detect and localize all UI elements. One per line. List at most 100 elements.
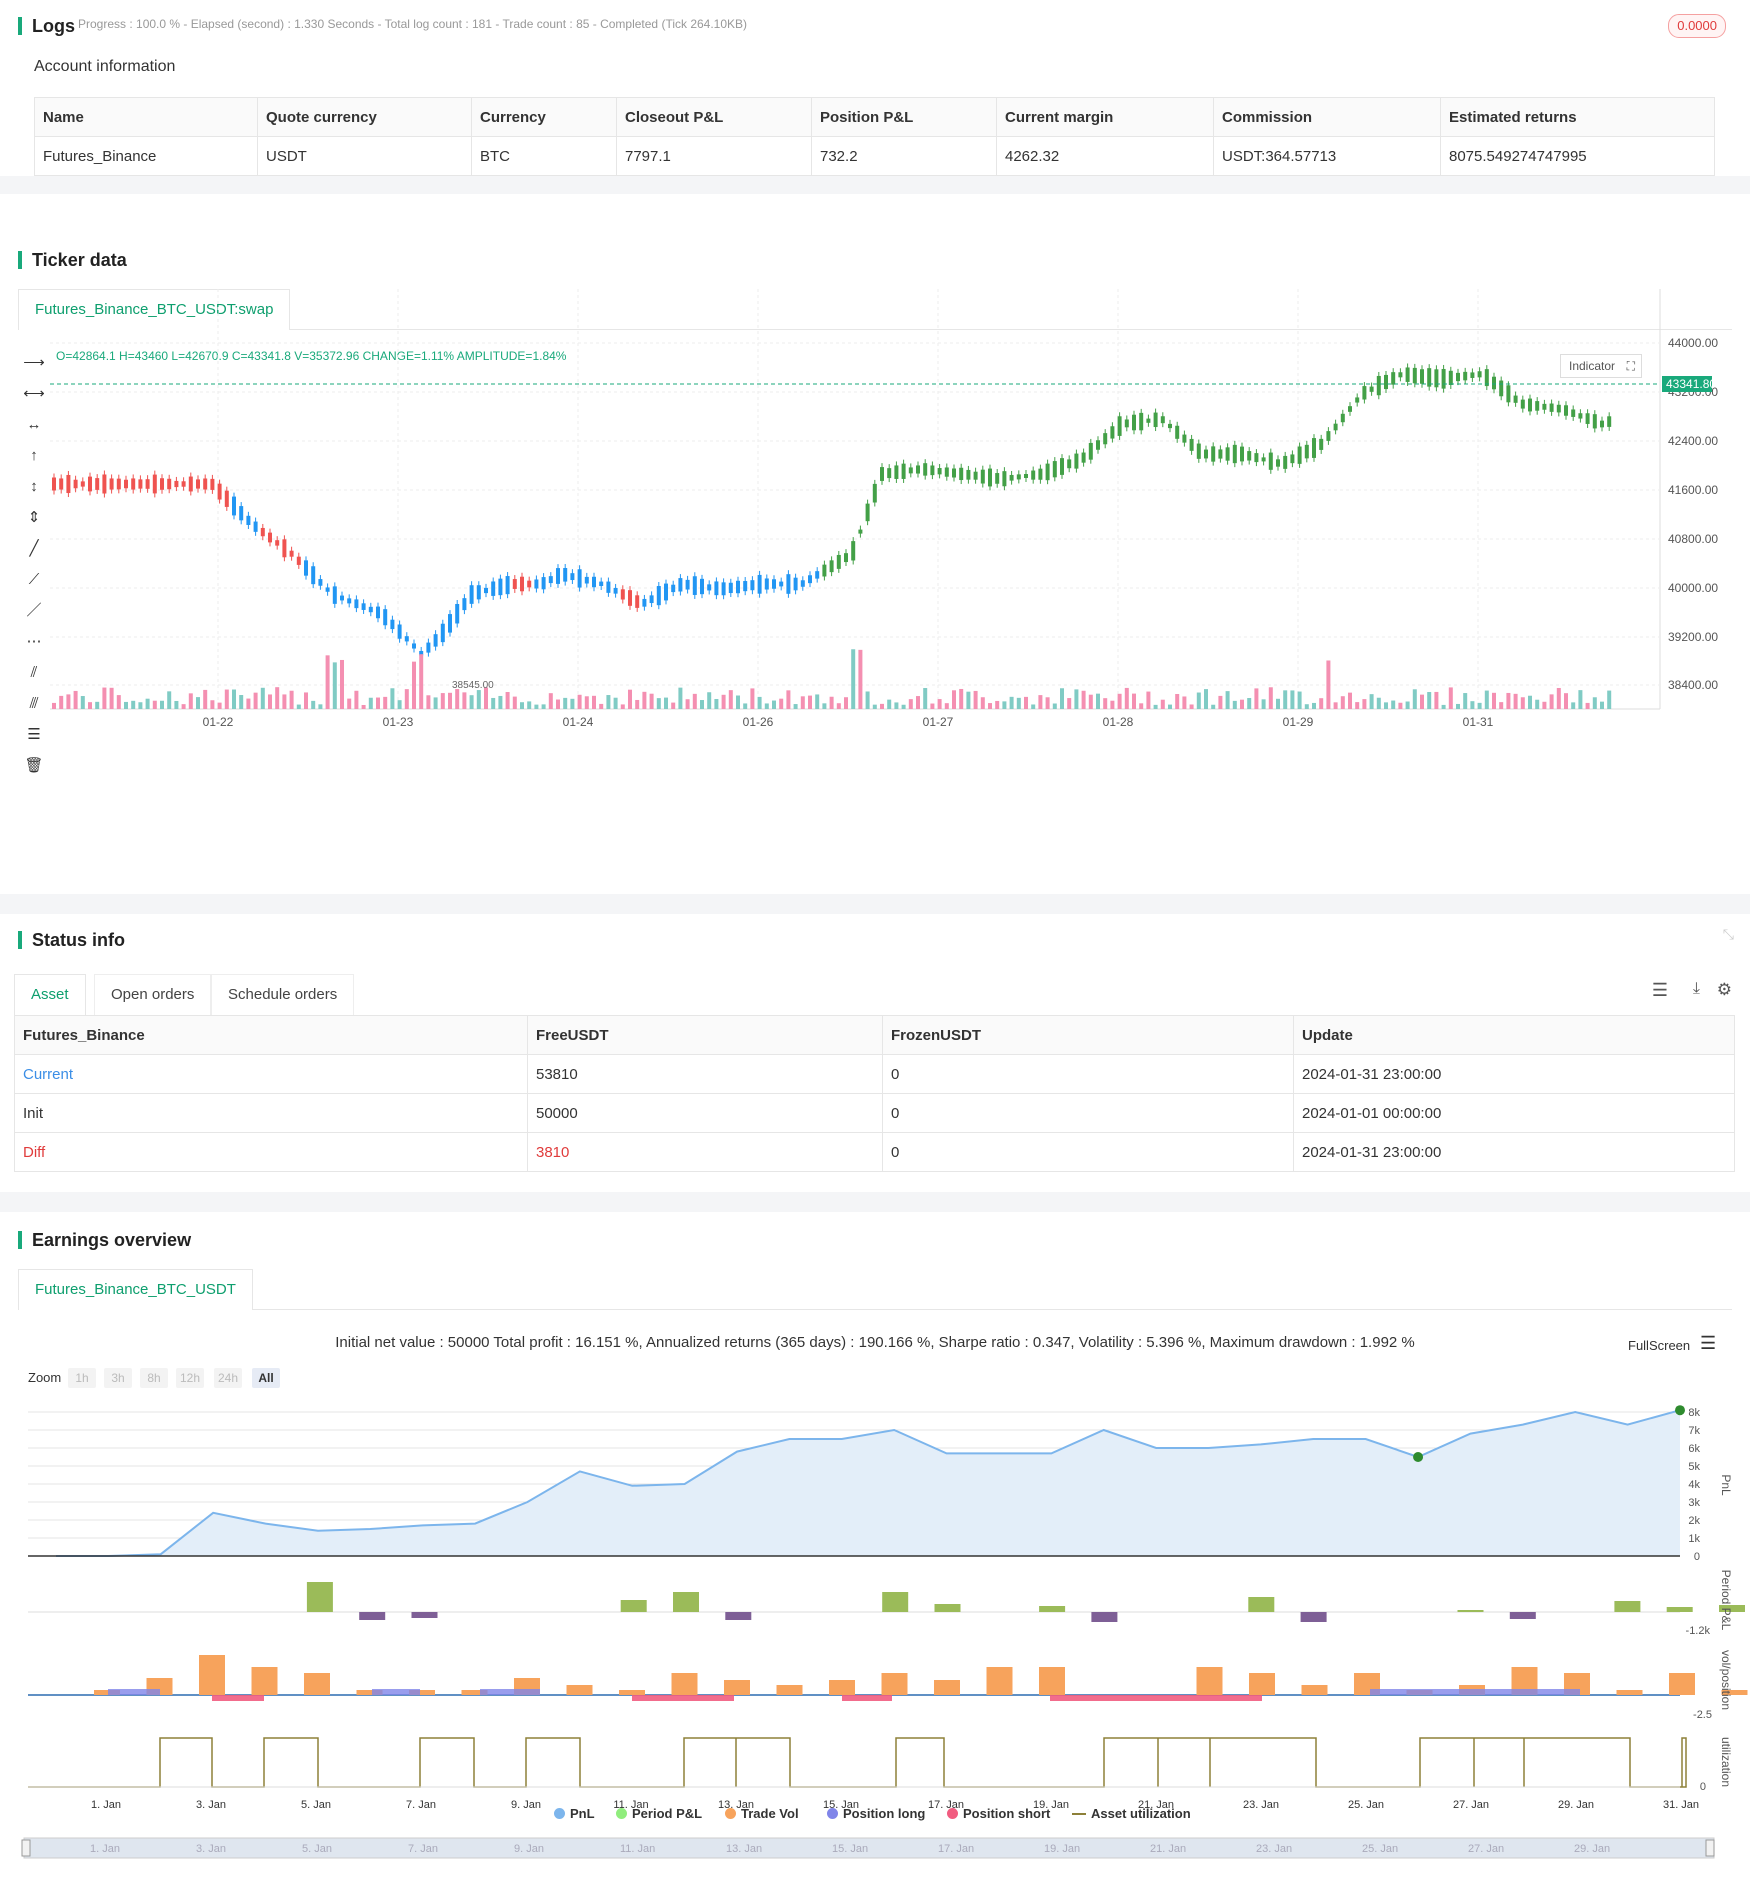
candle-body [304, 560, 308, 576]
candle-body [764, 578, 769, 590]
volume-bar [95, 701, 100, 709]
candle-body [1182, 434, 1187, 443]
candle-body [325, 587, 330, 592]
zoom-24h[interactable]: 24h [214, 1368, 242, 1388]
legend-marker-icon [616, 1808, 627, 1819]
candle-body [1463, 371, 1468, 381]
candle-body [498, 578, 503, 596]
ticker-panel: Ticker data Futures_Binance_BTC_USDT:swa… [0, 194, 1750, 894]
candle-body [109, 478, 114, 490]
volume-bar [1139, 703, 1144, 709]
asset-table: Futures_Binance FreeUSDT FrozenUSDT Upda… [14, 1015, 1735, 1172]
volume-bar [131, 700, 136, 709]
candle-body [289, 550, 294, 557]
volume-bar [1002, 701, 1007, 709]
volume-bar [160, 700, 164, 709]
legend-item[interactable]: Period P&L [616, 1806, 702, 1821]
candle-body [872, 483, 877, 503]
volume-bar [203, 689, 208, 709]
cell: 3810 [527, 1132, 883, 1172]
volume-bar [1117, 693, 1122, 709]
candle-body [296, 556, 301, 565]
candle-body [412, 643, 416, 649]
navigator-label: 29. Jan [1574, 1843, 1610, 1855]
volume-bar [376, 697, 380, 709]
volume-bar [1088, 694, 1093, 709]
candle-body [1038, 468, 1043, 480]
volume-bar [368, 697, 373, 709]
tab-schedule-orders[interactable]: Schedule orders [211, 974, 355, 1016]
candle-body [1196, 443, 1201, 459]
download-icon[interactable]: ⤓ [1693, 980, 1700, 998]
candle-body [1470, 372, 1475, 378]
candle-body [527, 580, 532, 588]
candle-body [174, 480, 179, 488]
candle-body [1240, 446, 1244, 462]
volume-bar [642, 691, 647, 709]
tab-asset[interactable]: Asset [14, 974, 86, 1015]
volume-bar [1542, 701, 1547, 709]
candle-body [1290, 454, 1295, 464]
legend-item[interactable]: Asset utilization [1072, 1806, 1191, 1821]
volume-bar [1484, 690, 1489, 709]
zoom-3h[interactable]: 3h [104, 1368, 132, 1388]
volume-bar [1319, 698, 1324, 709]
candle-body [556, 568, 560, 584]
legend-item[interactable]: PnL [554, 1806, 595, 1821]
volume-bar [1067, 698, 1072, 709]
collapse-icon[interactable]: ⤡ [1723, 926, 1734, 943]
cell: USDT [257, 136, 472, 176]
x-tick-label: 01-23 [383, 715, 414, 729]
col-header: Commission [1213, 97, 1441, 137]
candle-body [188, 476, 193, 492]
legend-item[interactable]: Position short [947, 1806, 1050, 1821]
navigator-label: 3. Jan [196, 1843, 226, 1855]
volume-bar [1369, 694, 1374, 709]
volume-bar [570, 698, 575, 709]
zoom-all[interactable]: All [252, 1368, 280, 1388]
fullscreen-button[interactable]: FullScreen [1628, 1338, 1690, 1353]
volume-bar [224, 689, 229, 709]
candle-body [275, 540, 280, 546]
volume-bar [1441, 704, 1446, 709]
settings-icon[interactable]: ⚙ [1717, 980, 1732, 1000]
legend-item[interactable]: Position long [827, 1806, 925, 1821]
volume-bar [1362, 699, 1367, 709]
legend-item[interactable]: Trade Vol [725, 1806, 799, 1821]
candle-body [1139, 412, 1144, 431]
candle-body [1549, 403, 1554, 412]
menu-icon[interactable]: ☰ [1700, 1333, 1716, 1354]
candle-body [1441, 368, 1446, 389]
period-pnl-bar [411, 1612, 438, 1618]
tab-open-orders[interactable]: Open orders [94, 974, 212, 1016]
volume-bar [325, 655, 330, 709]
candle-body [1081, 452, 1086, 463]
candle-body [512, 579, 517, 589]
candle-body [232, 496, 236, 516]
candle-body [268, 532, 272, 543]
zoom-8h[interactable]: 8h [140, 1368, 168, 1388]
zoom-1h[interactable]: 1h [68, 1368, 96, 1388]
axis-title: utilization [1719, 1737, 1733, 1787]
tab-earnings-symbol[interactable]: Futures_Binance_BTC_USDT [18, 1269, 253, 1310]
x-tick-label: 9. Jan [511, 1799, 541, 1811]
trade-vol-bar [1669, 1673, 1695, 1695]
zoom-12h[interactable]: 12h [176, 1368, 204, 1388]
row-label-current[interactable]: Current [14, 1054, 528, 1094]
volume-bar [534, 704, 539, 709]
legend-marker-icon [947, 1808, 958, 1819]
volume-bar [419, 654, 424, 709]
volume-bar [736, 695, 740, 709]
legend-marker-icon [827, 1808, 838, 1819]
volume-bar [678, 687, 683, 709]
volume-bar [1016, 697, 1021, 709]
volume-bar [1132, 693, 1136, 709]
candle-body [829, 560, 834, 573]
y-tick-label: 40800.00 [1668, 532, 1718, 546]
position-long-bar [108, 1689, 160, 1695]
cell: 2024-01-31 23:00:00 [1293, 1054, 1735, 1094]
volume-bar [1477, 702, 1482, 709]
volume-bar [1340, 696, 1345, 709]
x-tick-label: 3. Jan [196, 1799, 226, 1811]
list-icon[interactable]: ☰ [1652, 980, 1668, 1001]
